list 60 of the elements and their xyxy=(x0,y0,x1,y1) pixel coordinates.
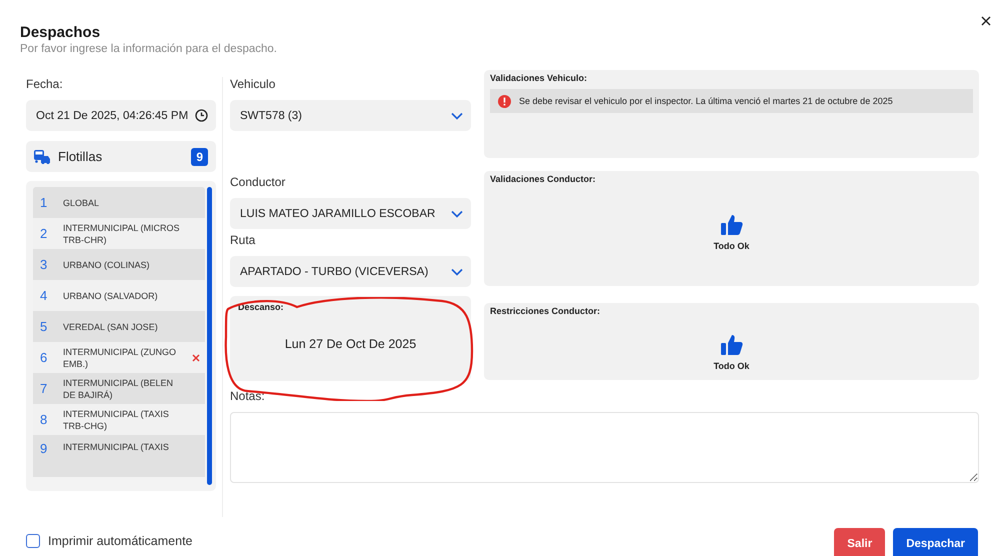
dialog-title: Despachos xyxy=(20,24,102,41)
field-label: Vehiculo xyxy=(230,77,276,91)
item-name: INTERMUNICIPAL (ZUNGO EMB.) xyxy=(63,346,178,370)
item-number: 7 xyxy=(39,381,48,396)
checkbox-label: Imprimir automáticamente xyxy=(48,534,192,548)
item-number: 5 xyxy=(39,319,48,334)
field-label: Ruta xyxy=(230,233,256,247)
item-number: 8 xyxy=(39,412,48,427)
field-label: Notas: xyxy=(230,389,266,403)
select-field[interactable]: LUIS MATEO JARAMILLO ESCOBAR xyxy=(230,198,471,229)
fleet-item[interactable]: 3 URBANO (COLINAS) xyxy=(33,249,205,280)
item-name: GLOBAL xyxy=(63,196,100,208)
item-name: URBANO (SALVADOR) xyxy=(63,290,159,302)
scrollbar[interactable] xyxy=(207,187,212,485)
select-field[interactable]: APARTADO - TURBO (VICEVERSA) xyxy=(230,256,471,287)
thumbs-up-icon xyxy=(720,213,744,237)
date-field[interactable]: Oct 21 De 2025, 04:26:45 PM xyxy=(26,100,216,131)
checkbox[interactable] xyxy=(26,534,40,548)
notes-field[interactable] xyxy=(230,412,979,483)
fleet-item[interactable]: 1 GLOBAL xyxy=(33,187,205,218)
chevron-down-icon xyxy=(451,112,463,120)
thumbs-up-icon xyxy=(720,333,744,357)
item-name: URBANO (COLINAS) xyxy=(63,258,151,270)
item-number: 6 xyxy=(39,350,48,365)
clock-icon xyxy=(195,109,208,122)
item-name: INTERMUNICIPAL (MICROS TRB-CHR) xyxy=(63,222,181,246)
field-label: Conductor xyxy=(230,175,286,189)
close-icon[interactable] xyxy=(981,16,991,28)
dialog-subtitle: Por favor ingrese la información para el despacho. xyxy=(20,43,278,55)
error-icon xyxy=(498,94,511,108)
item-name: INTERMUNICIPAL (BELEN DE BAJIRÁ) xyxy=(63,376,174,400)
panel-title: Descanso: xyxy=(238,302,285,312)
panel-title: Validaciones Conductor: xyxy=(490,174,597,184)
count-badge: 9 xyxy=(191,148,208,166)
exit-button[interactable]: Salir xyxy=(834,528,886,556)
item-number: 3 xyxy=(39,257,48,272)
panel-title: Validaciones Vehiculo: xyxy=(490,73,588,83)
fleet-title: Flotillas xyxy=(58,149,104,164)
item-name: VEREDAL (SAN JOSE) xyxy=(63,320,159,332)
fleet-item[interactable]: 5 VEREDAL (SAN JOSE) xyxy=(33,311,205,342)
item-name: INTERMUNICIPAL (TAXIS xyxy=(63,441,170,453)
item-number: 1 xyxy=(39,195,48,210)
panel-title: Restricciones Conductor: xyxy=(490,306,602,316)
fleet-item[interactable]: 7 INTERMUNICIPAL (BELEN DE BAJIRÁ) xyxy=(33,373,205,404)
item-number: 9 xyxy=(39,441,48,456)
alert-message: Se debe revisar el vehiculo por el inspector. La última venció el martes 21 de octubre de 2025 xyxy=(490,89,973,113)
item-number: 2 xyxy=(39,226,48,241)
remove-icon[interactable] xyxy=(192,354,200,362)
status-text: Todo Ok xyxy=(714,241,750,251)
dispatch-button[interactable]: Despachar xyxy=(893,528,978,556)
chevron-down-icon xyxy=(451,210,463,218)
fleet-item[interactable]: 9 INTERMUNICIPAL (TAXIS xyxy=(33,435,205,477)
item-number: 4 xyxy=(39,288,48,303)
vehicles-icon xyxy=(34,150,52,164)
item-name: INTERMUNICIPAL (TAXIS TRB-CHG) xyxy=(63,408,170,432)
field-label: Fecha: xyxy=(26,77,64,91)
chevron-down-icon xyxy=(451,268,463,276)
status-text: Todo Ok xyxy=(714,361,750,371)
select-field[interactable]: SWT578 (3) xyxy=(230,100,471,131)
rest-date: Lun 27 De Oct De 2025 xyxy=(284,336,416,350)
